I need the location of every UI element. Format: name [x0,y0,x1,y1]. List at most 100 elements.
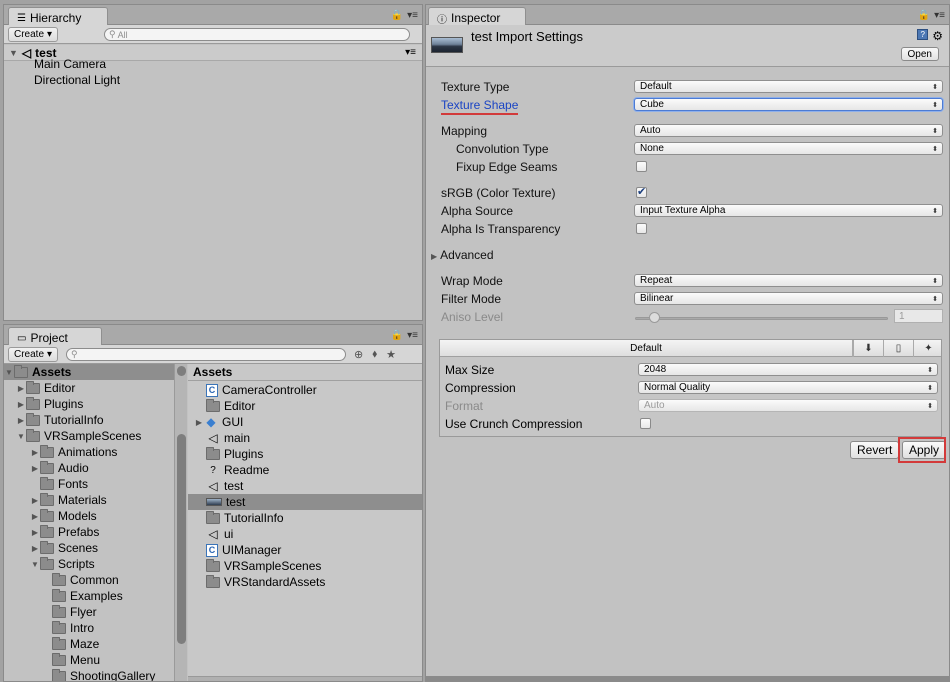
panel-menu-icon[interactable]: ▾≡ [934,10,945,21]
scene-menu-icon[interactable]: ▾≡ [405,47,416,58]
asset-item[interactable]: TutorialInfo [188,510,422,526]
tree-item-plugins[interactable]: ▶ Plugins [4,396,174,412]
collapsed-arrow-icon[interactable]: ▶ [30,448,40,457]
tab-inspector[interactable]: ⓘ Inspector [428,7,526,26]
srgb-checkbox[interactable]: ✔ [636,187,647,198]
collapsed-arrow-icon[interactable]: ▶ [16,400,26,409]
asset-item[interactable]: ◁ ui [188,526,422,542]
alpha-source-dropdown[interactable]: Input Texture Alpha ⬍ [634,204,943,217]
hierarchy-item[interactable]: Directional Light [34,73,120,87]
tree-item-scenes[interactable]: ▶ Scenes [4,540,174,556]
tree-item-scripts[interactable]: ▼ Scripts [4,556,174,572]
collapsed-arrow-icon[interactable]: ▶ [30,528,40,537]
lock-icon[interactable]: 🔒 [391,10,403,21]
create-button[interactable]: Create ▾ [8,347,59,362]
crunch-compression-checkbox[interactable] [640,418,651,429]
assets-breadcrumb[interactable]: Assets [188,364,422,381]
expand-arrow-icon[interactable]: ▼ [4,368,14,377]
panel-controls[interactable]: 🔒 ▾≡ [391,10,418,21]
hierarchy-item[interactable]: Main Camera [34,57,106,71]
tree-item-audio[interactable]: ▶ Audio [4,460,174,476]
tree-item-materials[interactable]: ▶ Materials [4,492,174,508]
aniso-slider-knob[interactable] [649,312,660,323]
asset-item[interactable]: ◁ test [188,478,422,494]
asset-item[interactable]: VRSampleScenes [188,558,422,574]
aniso-level-slider[interactable] [635,317,888,320]
tree-item-common[interactable]: Common [4,572,174,588]
collapsed-arrow-icon[interactable]: ▶ [16,416,26,425]
texture-shape-dropdown[interactable]: Cube ⬍ [634,98,943,111]
lock-icon[interactable]: 🔒 [918,10,930,21]
tree-item-tutorialinfo[interactable]: ▶ TutorialInfo [4,412,174,428]
collapsed-arrow-icon[interactable]: ▶ [194,418,204,427]
create-button[interactable]: Create ▾ [8,27,59,42]
hierarchy-search-input[interactable]: ⚲ All [104,28,410,41]
tab-project[interactable]: ▭ Project [8,327,102,346]
tree-item-menu[interactable]: Menu [4,652,174,668]
expand-arrow-icon[interactable]: ▼ [9,48,18,58]
fixup-edge-seams-checkbox[interactable] [636,161,647,172]
asset-item[interactable]: ◁ main [188,430,422,446]
collapsed-arrow-icon[interactable]: ▶ [30,544,40,553]
max-size-dropdown[interactable]: 2048 ⬍ [638,363,938,376]
asset-item[interactable]: Editor [188,398,422,414]
texture-type-dropdown[interactable]: Default ⬍ [634,80,943,93]
tab-hierarchy[interactable]: ☰ Hierarchy [8,7,108,26]
gear-icon[interactable]: ⚙ [932,29,943,43]
expand-arrow-icon[interactable]: ▼ [30,560,40,569]
expand-arrow-icon[interactable]: ▼ [16,432,26,441]
alpha-is-transparency-label: Alpha Is Transparency [441,222,561,236]
wrap-mode-dropdown[interactable]: Repeat ⬍ [634,274,943,287]
convolution-type-dropdown[interactable]: None ⬍ [634,142,943,155]
tree-item-vrsamplescenes[interactable]: ▼ VRSampleScenes [4,428,174,444]
panel-menu-icon[interactable]: ▾≡ [407,10,418,21]
open-button[interactable]: Open [900,47,939,61]
revert-button[interactable]: Revert [850,441,900,459]
help-book-icon[interactable]: ? [917,29,929,40]
tree-item-flyer[interactable]: Flyer [4,604,174,620]
panel-controls[interactable]: 🔒 ▾≡ [918,10,945,21]
platform-tab-default[interactable]: Default [440,340,853,357]
tree-scrollbar[interactable] [174,364,187,681]
download-icon[interactable]: ⬇ [853,340,883,357]
tree-item-models[interactable]: ▶ Models [4,508,174,524]
panel-controls[interactable]: 🔒 ▾≡ [391,330,418,341]
filter-label-icon[interactable]: ⬧ [372,348,377,361]
collapsed-arrow-icon[interactable]: ▶ [30,496,40,505]
mobile-platform-icon[interactable]: ▯ [883,340,913,357]
collapsed-arrow-icon[interactable]: ▶ [16,384,26,393]
filter-mode-dropdown[interactable]: Bilinear ⬍ [634,292,943,305]
lock-icon[interactable]: 🔒 [391,330,403,341]
asset-item[interactable]: C UIManager [188,542,422,558]
tree-item-examples[interactable]: Examples [4,588,174,604]
tree-item-maze[interactable]: Maze [4,636,174,652]
tree-item-intro[interactable]: Intro [4,620,174,636]
panel-menu-icon[interactable]: ▾≡ [407,330,418,341]
android-icon[interactable]: ✦ [913,340,943,357]
advanced-foldout[interactable]: ▶ Advanced [431,248,494,262]
alpha-is-transparency-checkbox[interactable] [636,223,647,234]
scrollbar-thumb[interactable] [177,434,186,644]
asset-item[interactable]: VRStandardAssets [188,574,422,590]
mapping-dropdown[interactable]: Auto ⬍ [634,124,943,137]
tree-item-fonts[interactable]: Fonts [4,476,174,492]
tree-item-animations[interactable]: ▶ Animations [4,444,174,460]
tree-item-prefabs[interactable]: ▶ Prefabs [4,524,174,540]
asset-item[interactable]: Plugins [188,446,422,462]
asset-item[interactable]: C CameraController [188,382,422,398]
asset-item-selected[interactable]: test [188,494,422,510]
aniso-level-field[interactable]: 1 [894,309,943,323]
filter-type-icon[interactable]: ⊕ [354,348,363,361]
tree-item-editor[interactable]: ▶ Editor [4,380,174,396]
collapsed-arrow-icon[interactable]: ▶ [30,464,40,473]
asset-item[interactable]: ? Readme [188,462,422,478]
compression-dropdown[interactable]: Normal Quality ⬍ [638,381,938,394]
asset-item[interactable]: ▶ ◆ GUI [188,414,422,430]
favorite-star-icon[interactable]: ★ [386,348,396,361]
project-search-input[interactable]: ⚲ [66,348,346,361]
folder-icon [52,636,66,650]
tree-item-assets[interactable]: ▼ Assets [4,364,174,380]
folder-icon [26,380,40,394]
tree-item-shootinggallery[interactable]: ShootingGallery [4,668,174,681]
collapsed-arrow-icon[interactable]: ▶ [30,512,40,521]
